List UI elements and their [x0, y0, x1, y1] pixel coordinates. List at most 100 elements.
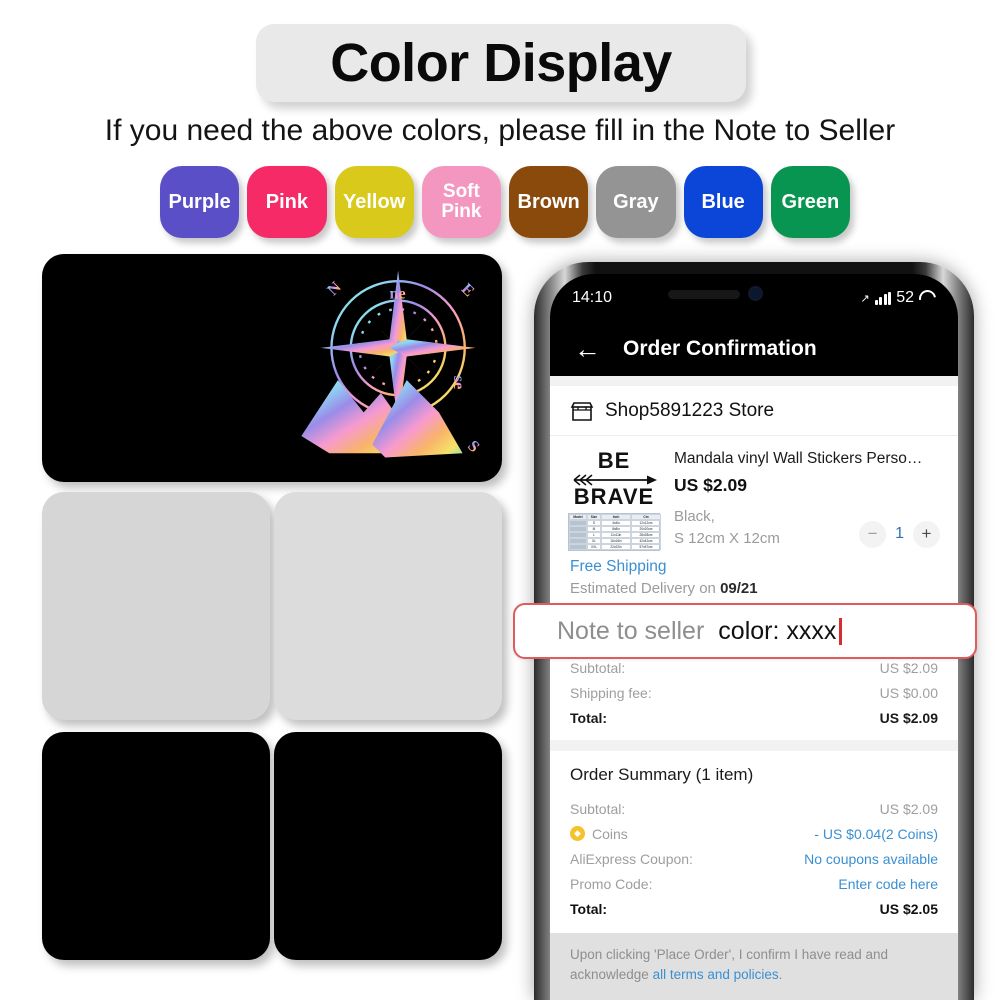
totals-value: US $2.09 — [879, 709, 938, 726]
variant-size: S 12cm X 12cm — [674, 529, 780, 547]
summary-row: Subtotal: US $2.09 — [570, 796, 938, 821]
quantity-value: 1 — [895, 525, 904, 542]
totals-value: US $2.09 — [879, 659, 938, 676]
summary-value: US $2.05 — [879, 900, 938, 917]
app-nav-bar: ← Order Confirmation — [550, 322, 958, 376]
note-to-seller-value: color: xxxx — [718, 616, 837, 645]
product-price: US $2.09 — [674, 475, 747, 495]
color-swatch-soft-pink[interactable]: Soft Pink — [421, 166, 501, 238]
color-swatch-gray[interactable]: Gray — [596, 166, 676, 238]
order-item-info: Mandala vinyl Wall Stickers Perso… US $2… — [674, 450, 940, 551]
compass-label-s: S — [464, 438, 482, 456]
summary-row[interactable]: ◆ Coins - US $0.04(2 Coins) — [570, 821, 938, 846]
summary-row[interactable]: AliExpress Coupon: No coupons available — [570, 846, 938, 871]
summary-label-text: Coins — [592, 825, 628, 842]
order-item-row[interactable]: BE BRAVE Model Size Inch Cm S 4x4in 12x1… — [550, 436, 958, 555]
page-root: Color Display If you need the above colo… — [0, 0, 1000, 1000]
summary-row[interactable]: Promo Code: Enter code here — [570, 871, 938, 896]
store-row[interactable]: Shop5891223 Store — [550, 386, 958, 436]
signal-bars-icon — [874, 291, 892, 305]
summary-value[interactable]: No coupons available — [804, 851, 938, 867]
color-swatch-row: Purple Pink Yellow Soft Pink Brown Gray Blue Gre… — [160, 163, 850, 241]
color-swatch-blue[interactable]: Blue — [683, 166, 763, 238]
storefront-icon — [570, 401, 594, 421]
summary-value: US $2.09 — [879, 800, 938, 817]
color-swatch-label: Brown — [517, 190, 580, 213]
battery-ring-icon — [915, 286, 940, 310]
size-chart-cell — [569, 544, 587, 550]
color-swatch-label: Blue — [701, 190, 745, 213]
compass-label-e: E — [458, 281, 478, 301]
size-chart-cell: 22x22in — [601, 544, 631, 550]
color-swatch-yellow[interactable]: Yellow — [334, 166, 414, 238]
color-swatch-pink[interactable]: Pink — [247, 166, 327, 238]
quantity-stepper[interactable]: − 1 + — [859, 520, 940, 548]
color-card-silver[interactable]: N ne E se S 05 color Silver — [274, 732, 502, 960]
color-swatch-label: Pink — [265, 190, 308, 213]
color-swatch-label: Soft Pink — [441, 181, 482, 222]
color-swatch-label: Gray — [613, 190, 659, 213]
terms-footnote: Upon clicking 'Place Order', I confirm I… — [550, 933, 958, 1000]
color-swatch-brown[interactable]: Brown — [509, 166, 589, 238]
estimated-delivery-date: 09/21 — [720, 580, 758, 597]
summary-label: AliExpress Coupon: — [570, 851, 693, 867]
summary-label: Subtotal: — [570, 801, 625, 817]
page-title: Color Display — [330, 33, 672, 93]
page-title-banner: Color Display — [256, 24, 746, 102]
compass-mountain-artwork-reflective: N ne E se S — [301, 270, 482, 458]
color-swatch-purple[interactable]: Purple — [160, 166, 240, 238]
size-chart-cell: 57x57cm — [631, 544, 661, 550]
app-content: Shop5891223 Store BE BRAVE Model Size In… — [550, 376, 958, 1000]
summary-label-text: Total: — [570, 900, 608, 917]
summary-label-text: Promo Code: — [570, 875, 653, 892]
item-totals-list: Subtotal: US $2.09 Shipping fee: US $0.00 To… — [550, 655, 958, 730]
color-card-black[interactable]: N ne E se S ♨ Hot 01 color Black — [42, 492, 270, 720]
order-summary-list: Subtotal: US $2.09 ◆ Coins - US $0.04(2 Coin… — [550, 796, 958, 921]
free-shipping-label[interactable]: Free Shipping — [570, 558, 938, 576]
summary-label: Total: — [570, 901, 607, 917]
color-swatch-label: Green — [781, 190, 840, 213]
footnote-text-after: . — [778, 966, 783, 982]
color-swatch-green[interactable]: Green — [770, 166, 850, 238]
summary-label-text: AliExpress Coupon: — [570, 850, 693, 867]
color-card-white[interactable]: N ne E se S ♨ Hot 02 color White — [274, 492, 502, 720]
page-subtitle: If you need the above colors, please fil… — [104, 114, 896, 147]
summary-value[interactable]: - US $0.04(2 Coins) — [814, 826, 938, 842]
summary-label: ◆ Coins — [570, 826, 628, 842]
color-card-reflective[interactable]: N ne E se S ♨ Hot 03 color Reflective — [42, 254, 502, 482]
compass-label-n: N — [324, 279, 345, 300]
color-swatch-label: Purple — [168, 190, 231, 213]
color-swatch-label: Yellow — [343, 190, 406, 213]
quantity-decrease-button[interactable]: − — [859, 520, 887, 548]
content-top-gap — [550, 376, 958, 386]
variant-color: Black, — [674, 508, 715, 525]
note-to-seller-placeholder: Note to seller — [557, 616, 705, 645]
status-bar: 14:10 ↗ 52 — [550, 274, 958, 322]
order-summary-title: Order Summary (1 item) — [570, 765, 754, 784]
nav-title: Order Confirmation — [623, 337, 817, 360]
totals-label: Subtotal: — [570, 659, 626, 676]
terms-and-policies-link[interactable]: all terms and policies — [653, 967, 779, 982]
status-battery-level: 52 — [896, 289, 914, 306]
totals-label: Total: — [570, 709, 608, 726]
note-to-seller-field[interactable]: Note to seller color: xxxx — [513, 603, 977, 659]
coin-icon: ◆ — [570, 826, 585, 841]
store-name: Shop5891223 Store — [605, 400, 775, 421]
color-card-golden[interactable]: N ne E se S 04 color Golden — [42, 732, 270, 960]
text-caret — [839, 617, 842, 645]
thumb-text-top: BE — [597, 448, 631, 473]
summary-row: Total: US $2.05 — [570, 896, 938, 921]
size-chart-image: Model Size Inch Cm S 4x4in 12x12cm M 8x8in 20x20c… — [568, 513, 661, 551]
summary-label-text: Subtotal: — [570, 800, 626, 817]
quantity-increase-button[interactable]: + — [913, 520, 940, 548]
back-arrow-icon[interactable]: ← — [574, 335, 601, 363]
thumb-text-bottom: BRAVE — [573, 484, 655, 509]
summary-value[interactable]: Enter code here — [838, 876, 938, 892]
totals-label: Shipping fee: — [570, 684, 652, 701]
summary-label: Promo Code: — [570, 876, 652, 892]
compass-label-ne: ne — [390, 285, 406, 302]
compass-label-se: se — [450, 376, 467, 389]
totals-row: Shipping fee: US $0.00 — [570, 680, 938, 705]
signal-arrow-icon: ↗ — [860, 292, 870, 305]
shipping-block: Free Shipping Estimated Delivery on 09/2… — [550, 555, 958, 597]
